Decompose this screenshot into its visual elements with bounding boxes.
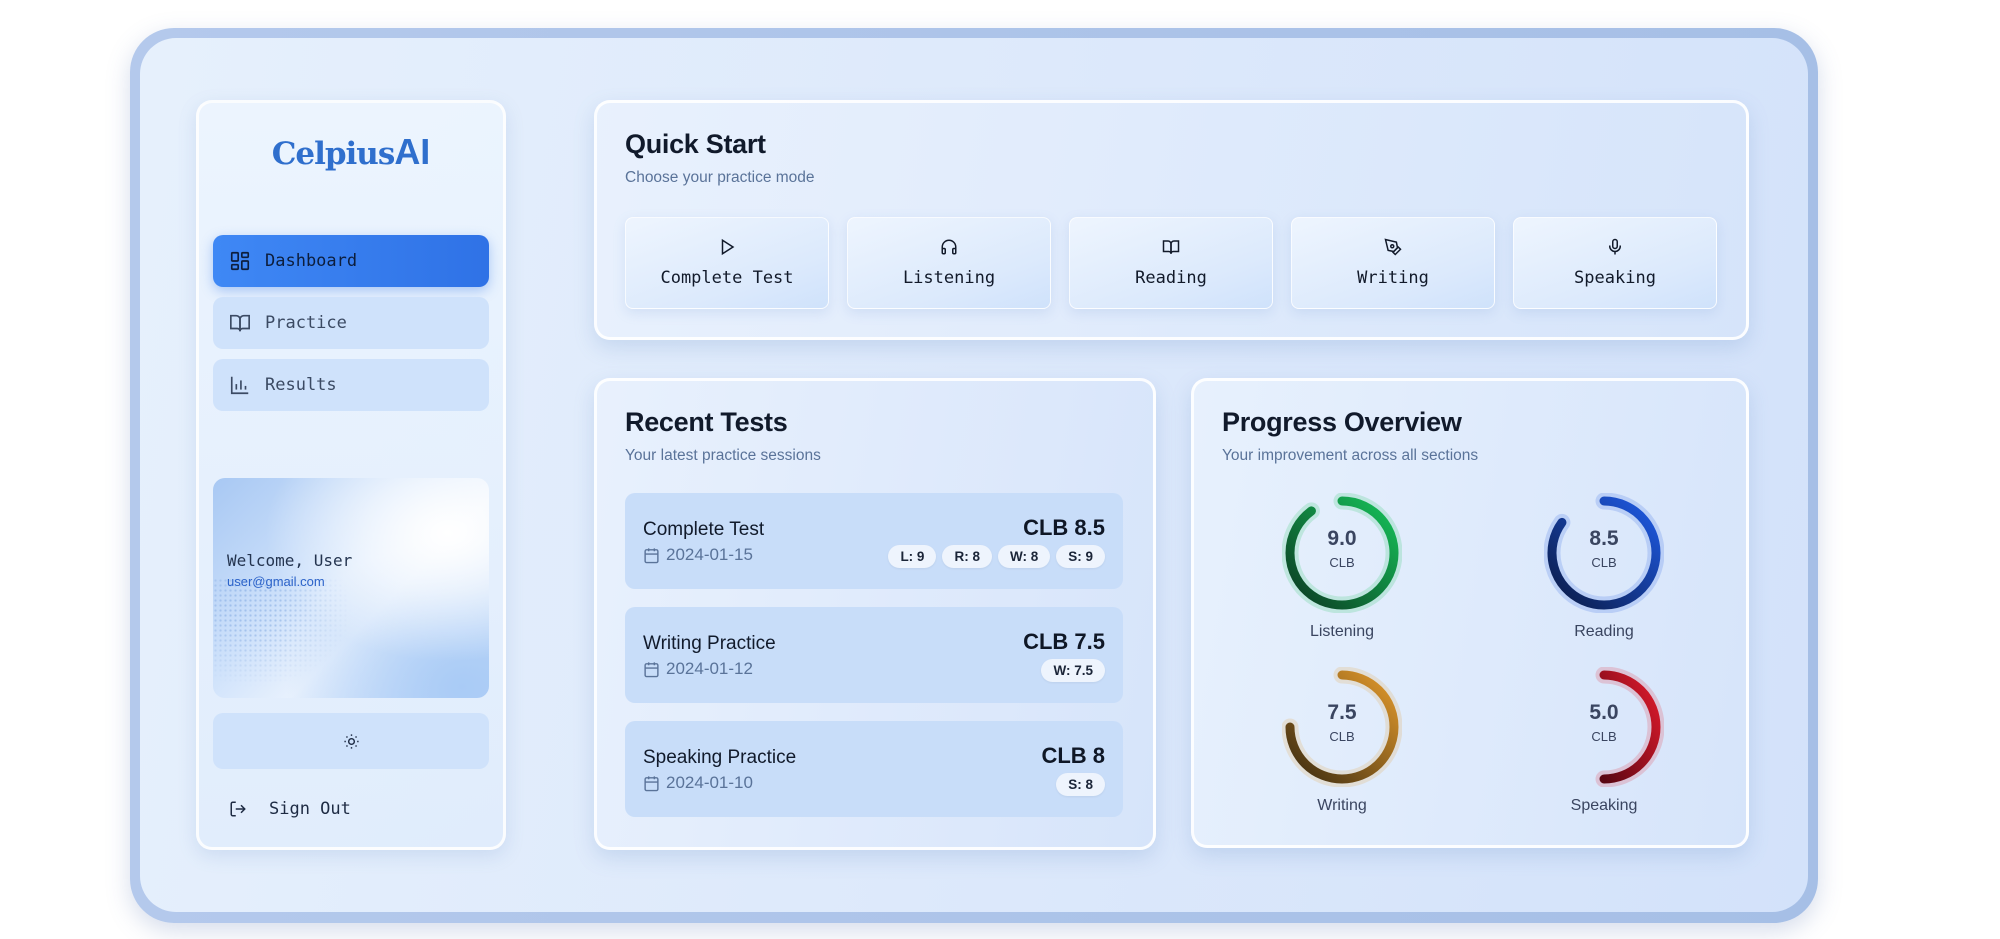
recent-tests-title: Recent Tests xyxy=(625,407,788,437)
sidebar-item-dashboard[interactable]: Dashboard xyxy=(213,235,489,287)
recent-tests-card: Recent Tests Your latest practice sessio… xyxy=(594,378,1156,850)
calendar-icon xyxy=(644,661,659,677)
quick-start-card: Quick Start Choose your practice mode Co… xyxy=(594,100,1749,340)
sign-out-button[interactable]: Sign Out xyxy=(229,793,351,825)
mode-reading-button[interactable]: Reading xyxy=(1069,217,1273,309)
logo-ai: AI xyxy=(394,131,431,172)
quick-start-title: Quick Start xyxy=(625,129,766,159)
sidebar-item-results[interactable]: Results xyxy=(213,359,489,411)
play-icon xyxy=(721,238,735,256)
test-score: CLB 7.5 xyxy=(1023,629,1105,654)
score-badge: S: 9 xyxy=(1056,545,1105,568)
ring-svg xyxy=(1595,667,1664,787)
test-name: Complete Test xyxy=(643,519,765,540)
app-window: CelpiusAI Dashboard Practice Results Wel… xyxy=(140,38,1808,912)
ring-glow xyxy=(1595,667,1664,787)
ring-unit: CLB xyxy=(1591,729,1617,744)
ring-value: 8.5 xyxy=(1589,527,1619,550)
ring-label: Listening xyxy=(1309,623,1375,640)
sidebar: CelpiusAI Dashboard Practice Results Wel… xyxy=(196,100,506,850)
log-out-icon xyxy=(230,801,246,817)
score-badges: W: 7.5 xyxy=(1041,659,1105,682)
calendar-icon xyxy=(644,775,659,791)
dashboard-icon xyxy=(230,251,250,271)
test-date-text: 2024-01-12 xyxy=(666,659,753,678)
sun-icon xyxy=(343,733,359,749)
score-badge: R: 8 xyxy=(942,545,992,568)
sidebar-item-label: Results xyxy=(265,375,337,395)
dot-pattern xyxy=(213,578,353,688)
ring-label: Speaking xyxy=(1570,797,1638,814)
progress-overview-card: Progress Overview Your improvement acros… xyxy=(1191,378,1749,848)
progress-ring-reading: 8.5 CLB Reading xyxy=(1544,493,1664,640)
ring-svg xyxy=(1282,667,1402,787)
test-row[interactable]: Writing Practice 2024-01-12 CLB 7.5 W: 7… xyxy=(625,607,1123,703)
ring-label: Reading xyxy=(1574,623,1634,640)
score-badge: W: 8 xyxy=(997,545,1051,568)
ring-svg xyxy=(1282,493,1402,613)
welcome-text: Welcome, User xyxy=(227,551,353,570)
test-score: CLB 8.5 xyxy=(1023,515,1105,540)
progress-ring-writing: 7.5 CLB Writing xyxy=(1282,667,1402,814)
test-date: 2024-01-15 xyxy=(643,545,753,565)
test-row[interactable]: Complete Test 2024-01-15 CLB 8.5 L: 9 R:… xyxy=(625,493,1123,589)
progress-ring-listening: 9.0 CLB Listening xyxy=(1282,493,1402,640)
ring-unit: CLB xyxy=(1329,555,1355,570)
book-open-icon xyxy=(1162,240,1180,254)
logo-text: Celpius xyxy=(271,136,396,172)
mode-label: Complete Test xyxy=(660,268,794,288)
sidebar-item-label: Practice xyxy=(265,313,347,333)
score-badge: S: 8 xyxy=(1056,773,1105,796)
ring-arc xyxy=(1285,670,1399,784)
sidebar-item-practice[interactable]: Practice xyxy=(213,297,489,349)
mode-label: Listening xyxy=(902,268,996,288)
logo: CelpiusAI xyxy=(199,131,503,173)
test-date: 2024-01-12 xyxy=(643,659,753,679)
ring-value: 7.5 xyxy=(1327,701,1357,724)
score-badges: L: 9 R: 8 W: 8 S: 9 xyxy=(888,545,1105,568)
score-badges: S: 8 xyxy=(1056,773,1105,796)
mode-label: Speaking xyxy=(1574,268,1656,288)
ring-svg xyxy=(1544,493,1664,613)
mode-listening-button[interactable]: Listening xyxy=(847,217,1051,309)
sign-out-label: Sign Out xyxy=(269,799,351,819)
ring-arc xyxy=(1285,496,1399,610)
progress-overview-subtitle: Your improvement across all sections xyxy=(1222,447,1479,464)
bar-chart-icon xyxy=(230,376,249,395)
test-name: Writing Practice xyxy=(643,633,776,654)
recent-tests-subtitle: Your latest practice sessions xyxy=(625,447,821,464)
user-card: Welcome, User user@gmail.com xyxy=(213,478,489,698)
test-date: 2024-01-10 xyxy=(643,773,753,793)
quick-start-subtitle: Choose your practice mode xyxy=(625,169,815,186)
ring-unit: CLB xyxy=(1329,729,1355,744)
user-email: user@gmail.com xyxy=(227,574,325,589)
test-row[interactable]: Speaking Practice 2024-01-10 CLB 8 S: 8 xyxy=(625,721,1123,817)
progress-ring-speaking: 5.0 CLB Speaking xyxy=(1544,667,1664,814)
test-score: CLB 8 xyxy=(1041,743,1105,768)
test-name: Speaking Practice xyxy=(643,747,797,768)
microphone-icon xyxy=(1609,238,1621,255)
score-badge: L: 9 xyxy=(888,545,937,568)
ring-unit: CLB xyxy=(1591,555,1617,570)
book-icon xyxy=(230,314,250,332)
sidebar-item-label: Dashboard xyxy=(265,251,358,271)
mode-speaking-button[interactable]: Speaking xyxy=(1513,217,1717,309)
score-badge: W: 7.5 xyxy=(1041,659,1105,682)
mode-writing-button[interactable]: Writing xyxy=(1291,217,1495,309)
progress-overview-title: Progress Overview xyxy=(1222,407,1462,437)
ring-value: 9.0 xyxy=(1327,527,1357,550)
test-date-text: 2024-01-15 xyxy=(666,545,753,564)
test-date-text: 2024-01-10 xyxy=(666,773,753,792)
mode-complete-test-button[interactable]: Complete Test xyxy=(625,217,829,309)
calendar-icon xyxy=(644,547,659,563)
pen-icon xyxy=(1384,238,1402,256)
mode-label: Writing xyxy=(1357,268,1429,288)
headphones-icon xyxy=(941,239,957,255)
ring-value: 5.0 xyxy=(1589,701,1619,724)
ring-label: Writing xyxy=(1317,797,1367,814)
theme-toggle-button[interactable] xyxy=(213,713,489,769)
mode-label: Reading xyxy=(1135,268,1207,288)
